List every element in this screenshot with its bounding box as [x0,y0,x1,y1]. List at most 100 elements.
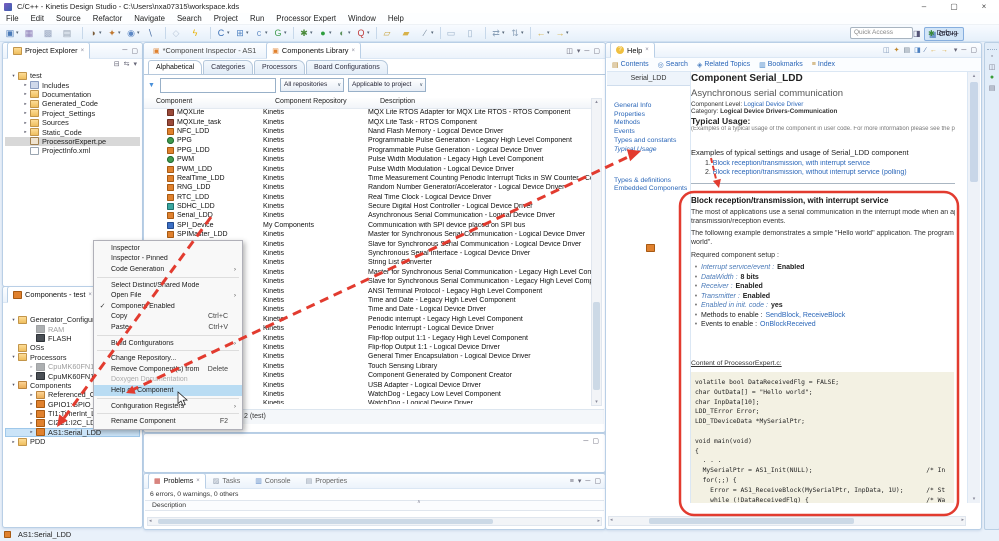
help-toolbar-icon[interactable]: ✦ [894,46,900,54]
scroll-right-icon[interactable]: ▸ [597,518,600,524]
toolbar-icon[interactable]: ϟ [189,26,206,40]
scrollbar-thumb[interactable] [970,82,978,182]
dropdown-icon[interactable]: ▾ [577,47,581,55]
toolbar-icon[interactable]: ▰ [400,26,417,40]
table-row[interactable]: SPIMaster_LDD Kinetis Master for Synchro… [144,230,592,239]
toolbar-icon[interactable] [440,27,441,39]
expand-arrow-icon[interactable]: ▸ [27,429,36,435]
menu-item[interactable]: Configuration Registers › [94,401,242,412]
minimize-icon[interactable]: ─ [584,48,589,55]
close-icon[interactable]: × [645,47,649,53]
table-row[interactable]: RealTime_LDD Kinetis Time Measurement Co… [144,174,592,183]
expand-arrow-icon[interactable]: ▸ [21,129,30,135]
toolbar-icon[interactable] [376,27,377,39]
menu-item[interactable]: Processor Expert [270,14,342,23]
menu-item[interactable]: Rename Component F2 [94,416,242,427]
menu-item[interactable]: Help [382,14,410,23]
help-sidebar-title[interactable]: Serial_LDD [607,72,690,86]
toolbar-icon[interactable] [165,27,166,39]
help-horizontal-scrollbar[interactable]: ◂ ▸ [608,516,966,526]
expand-arrow-icon[interactable]: ▸ [27,401,36,407]
tab-components[interactable]: Components - test × [7,286,98,303]
toolbar-icon[interactable] [82,27,83,39]
toolbar-icon[interactable]: ▩ [42,26,59,40]
menu-item[interactable]: Select Distinct/Shared Mode [94,280,242,291]
menu-item[interactable]: Code Generation › [94,264,242,275]
tree-item[interactable]: ▸ Sources [5,118,140,127]
scrollbar-thumb[interactable] [649,518,854,524]
help-sidebar-link[interactable]: Methods [607,118,690,126]
tree-item[interactable]: ProcessorExpert.pe [5,136,140,147]
fast-view-icon[interactable]: ◫ [987,63,997,71]
toolbar-icon[interactable]: Q ▾ [355,26,372,40]
expand-arrow-icon[interactable]: ▾ [9,382,18,388]
quick-access-input[interactable]: Quick Access [850,27,913,39]
help-toolbar-icon[interactable]: ← [930,47,937,54]
menu-item[interactable] [97,397,239,399]
scroll-up-icon[interactable]: ▴ [968,73,980,79]
toolbar-icon[interactable]: ◐ ▾ [336,26,353,40]
view-tab[interactable]: ▤ Properties [301,474,356,488]
toolbar-icon[interactable]: ▭ [445,26,462,40]
toolbar-icon[interactable]: ◉ ▾ [125,26,142,40]
component-level-link[interactable]: Logical Device Driver [744,101,804,108]
view-toolbar-icon[interactable]: ▢ [594,477,601,485]
table-row[interactable]: PPG_LDD Kinetis Programmable Pulse Gener… [144,146,592,155]
toolbar-icon[interactable]: c ▾ [253,26,270,40]
perspective-button[interactable]: ✱ Debug [924,27,961,39]
fast-view-icon[interactable]: ▤ [987,84,997,92]
toolbar-icon[interactable] [485,27,486,39]
table-vertical-scrollbar[interactable]: ▴ ▾ [591,98,602,406]
scroll-down-icon[interactable]: ▾ [968,496,980,502]
help-nav-link[interactable]: ≡ Index [812,61,835,68]
toolbar-icon[interactable]: ▯ [464,26,481,40]
tree-item[interactable]: ▸ Documentation [5,90,140,99]
library-subtab[interactable]: Board Configurations [306,60,388,75]
menu-item[interactable]: Search [171,14,208,23]
toolbar-icon[interactable]: ● ▾ [317,26,334,40]
view-tab[interactable]: ▦ Problems × [148,473,206,489]
toolbar-icon[interactable]: G ▾ [272,26,289,40]
expand-arrow-icon[interactable]: ▸ [27,392,36,398]
scroll-up-icon[interactable]: ▴ [592,99,601,105]
menu-item[interactable]: Doxygen Documentation [94,375,242,386]
help-toolbar-icon[interactable]: → [941,47,948,54]
library-subtab[interactable]: Alphabetical [148,60,203,75]
column-component[interactable]: Component [144,98,275,108]
table-row[interactable]: MQXLite_task Kinetis MQX Lite Task - RTO… [144,117,592,126]
minimize-icon[interactable]: ─ [583,438,588,445]
applicable-filter-select[interactable]: Applicable to project ∨ [348,78,426,92]
view-toolbar-icon[interactable]: ⊟ [114,60,120,68]
editor-tab[interactable]: ▣ Components Library × [266,42,361,59]
scroll-down-icon[interactable]: ▾ [592,399,601,405]
expand-arrow-icon[interactable]: ▾ [9,73,18,79]
expand-arrow-icon[interactable]: ▸ [27,364,36,370]
table-row[interactable]: SDHC_LDD Kinetis Secure Digital Host Con… [144,202,592,211]
menu-item[interactable]: Change Repository... [94,353,242,364]
tree-item[interactable]: ▸ Project_Settings [5,109,140,118]
toolbar-icon[interactable] [210,27,211,39]
expand-arrow-icon[interactable]: ▾ [9,354,18,360]
table-row[interactable]: RNG_LDD Kinetis Random Number Generator/… [144,183,592,192]
scroll-right-icon[interactable]: ▸ [961,517,964,523]
menu-item[interactable]: Run [244,14,270,23]
view-toolbar-icon[interactable]: ⇆ [124,60,130,68]
menu-item[interactable]: Inspector - Pinned [94,254,242,265]
tree-item[interactable]: ▸ Generated_Code [5,99,140,108]
help-nav-link[interactable]: ◎ Search [658,61,688,69]
menu-item[interactable]: Refactor [87,14,128,23]
scrollbar-thumb[interactable] [158,519,493,524]
toolbar-icon[interactable]: ⇅ ▾ [509,26,526,40]
editor-tab[interactable]: ▣ *Component Inspector - AS1 [148,43,264,58]
toolbar-icon[interactable] [293,27,294,39]
scrollbar-thumb[interactable] [593,302,600,390]
menu-item[interactable] [97,350,239,352]
toolbar-icon[interactable] [530,27,531,39]
fast-view-icon[interactable]: ● [987,74,997,81]
menu-item[interactable]: Project [208,14,244,23]
expand-arrow-icon[interactable]: ▸ [27,411,36,417]
menu-item[interactable]: Open File › [94,290,242,301]
view-toolbar-icon[interactable]: ≡ [570,478,574,485]
expand-arrow-icon[interactable]: ▾ [9,317,18,323]
menu-item[interactable] [97,413,239,415]
